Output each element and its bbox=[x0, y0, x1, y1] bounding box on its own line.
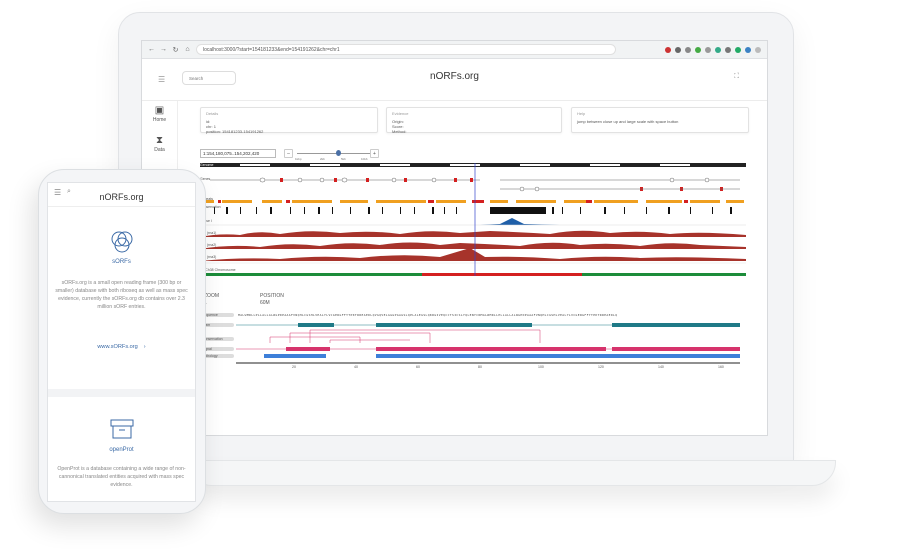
side-nav-data[interactable]: ⧗ Data bbox=[142, 131, 177, 161]
details-panel: Details id: chr: 1 position: 154181233-1… bbox=[200, 107, 378, 134]
genome-browser[interactable]: Genome Genes Repeats Conservation Phase … bbox=[200, 163, 746, 281]
panel-heading: Details bbox=[206, 111, 219, 116]
axis-tick-label: 60 bbox=[416, 365, 420, 369]
feature-tracks-svg bbox=[200, 313, 740, 364]
section-divider bbox=[48, 389, 195, 397]
phone-app-title: nORFs.org bbox=[99, 192, 144, 202]
forward-arrow-icon[interactable]: → bbox=[160, 46, 167, 53]
genome-tracks-svg bbox=[200, 163, 746, 276]
axis-tick-label: 160 bbox=[718, 365, 724, 369]
address-bar[interactable]: localhost:3000/?start=154181233&end=1541… bbox=[196, 44, 616, 55]
slider-tick-label: 1kbp bbox=[295, 157, 302, 161]
side-nav-home[interactable]: ▣ Home bbox=[142, 101, 177, 131]
details-line: position: 154181233-154191262 bbox=[206, 129, 264, 134]
browser-toolbar: ← → ↻ ⌂ localhost:3000/?start=154181233&… bbox=[142, 41, 767, 59]
extension-icons bbox=[665, 46, 761, 53]
laptop-base bbox=[188, 460, 836, 486]
protein-feature-viewer[interactable]: ZOOM 1 POSITION 60M MALWMRLLPLLALLALWGPD… bbox=[200, 293, 746, 413]
hourglass-icon: ⧗ bbox=[155, 135, 164, 146]
home-icon[interactable]: ⌂ bbox=[184, 46, 191, 53]
slider-tick-label: 2kb bbox=[320, 157, 325, 161]
back-arrow-icon[interactable]: ← bbox=[148, 46, 155, 53]
sorfs-card: sORFs sORFs.org is a small open reading … bbox=[48, 229, 195, 353]
zoom-slider-track[interactable] bbox=[297, 153, 371, 154]
panel-heading: Help bbox=[577, 111, 586, 116]
sorfs-link-text[interactable]: www.sORFs.org bbox=[97, 344, 137, 350]
evidence-line: Method: bbox=[392, 129, 407, 134]
axis-tick-label: 140 bbox=[658, 365, 664, 369]
stage: ← → ↻ ⌂ localhost:3000/?start=154181233&… bbox=[0, 0, 901, 560]
venn-circles-icon bbox=[111, 231, 132, 253]
axis-tick-label: 120 bbox=[598, 365, 604, 369]
app-title: nORFs.org bbox=[430, 71, 479, 82]
openprot-title: openProt bbox=[109, 447, 134, 453]
extension-icon[interactable] bbox=[675, 46, 681, 53]
extension-icon[interactable] bbox=[685, 46, 691, 53]
sorfs-title: sORFs bbox=[112, 259, 131, 265]
extension-icon[interactable] bbox=[725, 46, 731, 53]
zoom-slider-handle[interactable] bbox=[336, 150, 341, 156]
phone-header: ☰ ⌕ nORFs.org bbox=[48, 183, 195, 207]
more-menu-icon[interactable] bbox=[755, 46, 761, 53]
fullscreen-icon[interactable]: ⛶ bbox=[734, 73, 739, 81]
slider-tick-label: 10kb bbox=[361, 157, 368, 161]
openprot-description: OpenProt is a database containing a wide… bbox=[57, 466, 186, 488]
evidence-panel: Evidence Origin: Score: Method: bbox=[386, 107, 562, 134]
side-nav-label: Home bbox=[152, 117, 167, 123]
slider-tick-label: 5kb bbox=[341, 157, 346, 161]
track-label: Genome bbox=[200, 163, 214, 167]
axis-tick-label: 40 bbox=[354, 365, 358, 369]
extension-icon[interactable] bbox=[715, 46, 721, 53]
axis-tick-label: 100 bbox=[538, 365, 544, 369]
chevron-right-icon: › bbox=[142, 344, 146, 350]
axis-tick-label: 80 bbox=[478, 365, 482, 369]
panel-heading: Evidence bbox=[392, 111, 409, 116]
phone-screen: ☰ ⌕ nORFs.org sORFs sORFs.org is a small… bbox=[47, 182, 196, 502]
zoom-out-button[interactable]: – bbox=[284, 149, 293, 158]
side-nav-label: Data bbox=[154, 147, 165, 153]
axis-tick-label: 20 bbox=[292, 365, 296, 369]
laptop-screen: ← → ↻ ⌂ localhost:3000/?start=154181233&… bbox=[141, 40, 768, 436]
coordinate-input[interactable]: 1:154,180,075..154,202,420 bbox=[200, 149, 276, 158]
help-line: jump between close up and large scale wi… bbox=[577, 119, 679, 124]
home-icon: ▣ bbox=[154, 105, 165, 116]
archive-box-icon bbox=[110, 419, 133, 439]
sorfs-link[interactable]: www.sORFs.org › bbox=[48, 335, 195, 353]
profile-avatar[interactable] bbox=[745, 46, 751, 53]
sorfs-description: sORFs.org is a small open reading frame … bbox=[55, 280, 188, 310]
zoom-in-button[interactable]: + bbox=[370, 149, 379, 158]
help-panel: Help jump between close up and large sca… bbox=[571, 107, 749, 133]
extension-icon[interactable] bbox=[735, 46, 741, 53]
extension-icon[interactable] bbox=[695, 46, 701, 53]
extension-icon[interactable] bbox=[665, 46, 671, 53]
app-header: ☰ Search nORFs.org ⛶ bbox=[142, 59, 767, 101]
openprot-card: openProt OpenProt is a database containi… bbox=[48, 418, 195, 489]
reload-icon[interactable]: ↻ bbox=[172, 46, 179, 54]
extension-icon[interactable] bbox=[705, 46, 711, 53]
